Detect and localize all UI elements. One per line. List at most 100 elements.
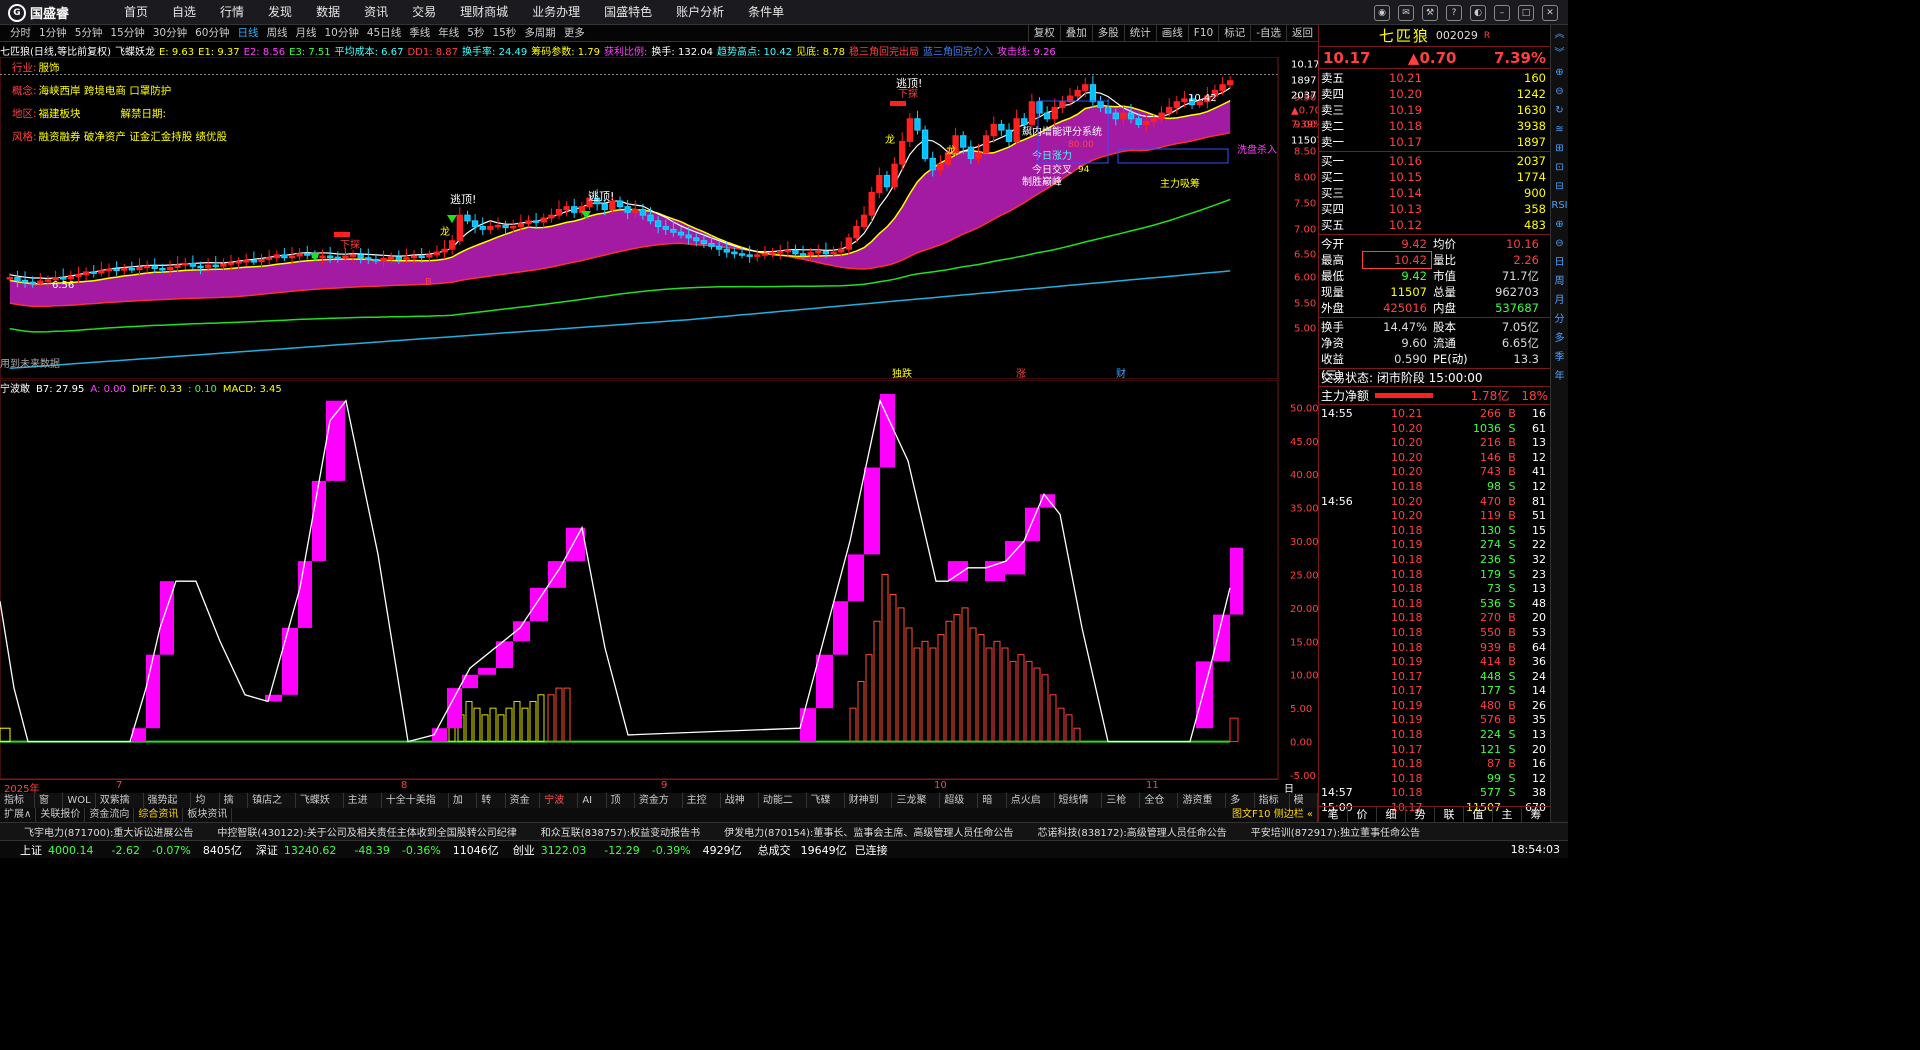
period-tab[interactable]: 日线: [234, 25, 263, 42]
news-item[interactable]: 平安培训(872917):独立董事任命公告: [1251, 824, 1420, 839]
side-tool-button[interactable]: 年: [1555, 367, 1565, 386]
menu-item[interactable]: 国盛特色: [592, 0, 664, 25]
indicator-tab[interactable]: 模板: [1290, 793, 1319, 821]
tool-button[interactable]: 复权: [1027, 25, 1060, 42]
period-tab[interactable]: 45日线: [363, 25, 405, 42]
tool-button[interactable]: 画线: [1155, 25, 1188, 42]
indicator-tab[interactable]: 暗盘: [978, 793, 1007, 821]
quote-bottom-tab[interactable]: 联: [1435, 807, 1464, 822]
side-tool-button[interactable]: RSI: [1551, 196, 1567, 215]
quote-bottom-tab[interactable]: 主: [1493, 807, 1522, 822]
indicator-tab[interactable]: 加仓: [449, 793, 478, 821]
indicator-tab[interactable]: 飞蝶妖龙: [296, 793, 344, 821]
close-icon[interactable]: ✕: [1542, 4, 1558, 21]
quote-bottom-tab[interactable]: 值: [1464, 807, 1493, 822]
ask-level-row[interactable]: 卖三 10.19 1630: [1319, 102, 1550, 118]
ask-level-row[interactable]: 卖四 10.20 1242: [1319, 86, 1550, 102]
indicator-tab[interactable]: 擒龙: [220, 793, 249, 821]
sidebar-toggle[interactable]: 图文F10 侧边栏 «: [1228, 808, 1318, 822]
ask-level-row[interactable]: 卖二 10.18 3938: [1319, 118, 1550, 134]
bid-level-row[interactable]: 买三 10.14 900: [1319, 185, 1550, 201]
menu-item[interactable]: 首页: [112, 0, 160, 25]
indicator-tab[interactable]: 主控盘: [683, 793, 721, 821]
side-tool-button[interactable]: 日: [1555, 253, 1565, 272]
indicator-tab[interactable]: 资金2: [506, 793, 541, 821]
candlestick-chart[interactable]: 逃顶! 逃顶!逃顶!下探下探6.5610.42洗盘杀入主力吸筹飙内增能评分系统今日…: [0, 57, 1318, 379]
info-tab[interactable]: 综合资讯: [134, 808, 184, 822]
period-tab[interactable]: 15分钟: [106, 25, 148, 42]
period-tab[interactable]: 10分钟: [321, 25, 363, 42]
quote-bottom-tab[interactable]: 势: [1406, 807, 1435, 822]
maximize-icon[interactable]: □: [1518, 4, 1534, 21]
chat-icon[interactable]: ◉: [1374, 4, 1390, 21]
period-tab[interactable]: 30分钟: [149, 25, 191, 42]
quote-bottom-tab[interactable]: 笔: [1319, 807, 1348, 822]
period-tab[interactable]: 年线: [434, 25, 463, 42]
menu-item[interactable]: 条件单: [736, 0, 796, 25]
indicator-tab[interactable]: 转点: [477, 793, 506, 821]
indicator-tab[interactable]: 强势起爆: [144, 793, 192, 821]
quote-bottom-tab[interactable]: 筹: [1522, 807, 1551, 822]
side-tool-button[interactable]: ⊖: [1555, 82, 1563, 101]
index-quote[interactable]: 上证 4000.14 -2.62 -0.07% 8405亿: [20, 842, 242, 858]
indicator-tab[interactable]: 超级进: [940, 793, 979, 821]
info-tab[interactable]: 扩展∧: [0, 808, 37, 822]
period-tab[interactable]: 周线: [263, 25, 292, 42]
oscillator-chart[interactable]: 50.00 45.00 40.00 35.00 30.00 25.00 20.00 15.00…: [0, 380, 1318, 779]
theme-icon[interactable]: ◐: [1470, 4, 1486, 21]
side-tool-button[interactable]: ⊕: [1555, 215, 1563, 234]
indicator-tab[interactable]: 指标A: [0, 793, 36, 821]
indicator-tab[interactable]: 三枪买: [1102, 793, 1141, 821]
indicator-tab[interactable]: 主进出: [344, 793, 382, 821]
side-tool-button[interactable]: 分: [1555, 310, 1565, 329]
indicator-tab[interactable]: 全仓买: [1140, 793, 1179, 821]
help-icon[interactable]: ?: [1446, 4, 1462, 21]
side-tool-button[interactable]: ⊟: [1555, 177, 1563, 196]
bid-level-row[interactable]: 买二 10.15 1774: [1319, 169, 1550, 185]
indicator-tab[interactable]: 镇店之宝: [248, 793, 296, 821]
tool-button[interactable]: 叠加: [1059, 25, 1092, 42]
menu-item[interactable]: 资讯: [352, 0, 400, 25]
indicator-tab[interactable]: AI龙: [578, 793, 607, 821]
side-tool-button[interactable]: ↻: [1555, 101, 1563, 120]
side-tool-button[interactable]: ⊖: [1555, 234, 1563, 253]
settings-icon[interactable]: ⚒: [1422, 4, 1438, 21]
indicator-tab[interactable]: 窗口: [35, 793, 64, 821]
indicator-tab[interactable]: 点火启动: [1007, 793, 1055, 821]
info-tab[interactable]: 板块资讯: [183, 808, 233, 822]
info-tab[interactable]: 关联报价: [36, 808, 86, 822]
tool-button[interactable]: 标记: [1218, 25, 1250, 42]
tool-button[interactable]: -自选: [1250, 25, 1286, 42]
menu-item[interactable]: 业务办理: [520, 0, 592, 25]
side-tool-button[interactable]: ⊕: [1555, 63, 1563, 82]
news-item[interactable]: 芯诺科技(838172):高级管理人员任命公告: [1037, 824, 1226, 839]
side-tool-button[interactable]: ︽: [1555, 25, 1565, 44]
menu-item[interactable]: 自选: [160, 0, 208, 25]
bid-level-row[interactable]: 买一 10.16 2037: [1319, 153, 1550, 169]
period-tab[interactable]: 月线: [292, 25, 321, 42]
indicator-tab[interactable]: 短线情绪: [1055, 793, 1103, 821]
tick-list[interactable]: 14:55 10.21 266 B 16 10.20 1036 S 61 10.20 216 B 13 1…: [1319, 405, 1550, 816]
period-tab[interactable]: 5分钟: [71, 25, 107, 42]
menu-item[interactable]: 交易: [400, 0, 448, 25]
ask-level-row[interactable]: 卖一 10.17 1897: [1319, 134, 1550, 150]
indicator-tab[interactable]: 战神号: [721, 793, 759, 821]
indicator-tab[interactable]: 指标B: [1255, 793, 1290, 821]
app-logo[interactable]: G 国盛睿: [8, 3, 69, 22]
side-tool-button[interactable]: ⊡: [1555, 158, 1563, 177]
indicator-tab[interactable]: WOL: [63, 793, 96, 808]
news-item[interactable]: 中控智联(430122):关于公司及相关责任主体收到全国股转公司纪律: [217, 824, 516, 839]
index-quote[interactable]: 深证 13240.62 -48.39 -0.36% 11046亿: [256, 842, 499, 858]
indicator-tab[interactable]: 飞碟妖: [807, 793, 845, 821]
side-tool-button[interactable]: 周: [1555, 272, 1565, 291]
quote-bottom-tab[interactable]: 价: [1348, 807, 1377, 822]
bid-level-row[interactable]: 买五 10.12 483: [1319, 217, 1550, 233]
mail-icon[interactable]: ✉: [1398, 4, 1414, 21]
ask-level-row[interactable]: 卖五 10.21 160: [1319, 70, 1550, 86]
period-tab[interactable]: 更多: [560, 25, 589, 42]
side-tool-button[interactable]: ≋: [1555, 120, 1563, 139]
tool-button[interactable]: F10: [1187, 25, 1218, 42]
side-tool-button[interactable]: 月: [1555, 291, 1565, 310]
indicator-tab[interactable]: 财神到家: [845, 793, 893, 821]
bid-level-row[interactable]: 买四 10.13 358: [1319, 201, 1550, 217]
